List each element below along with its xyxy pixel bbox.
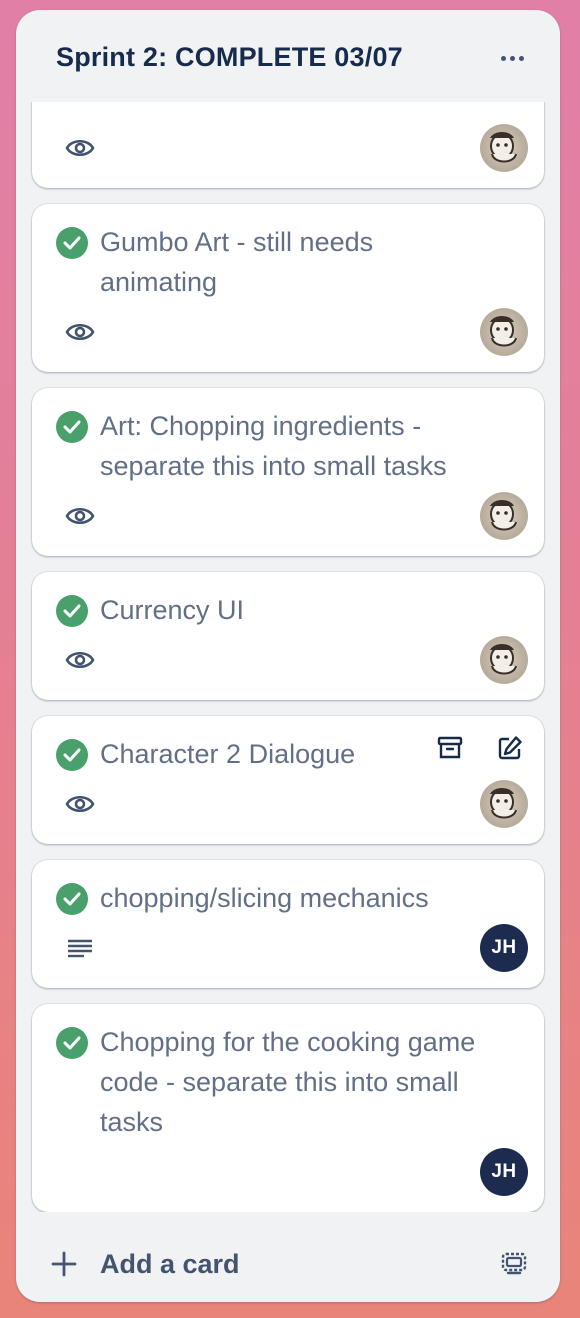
card[interactable] [32, 102, 544, 188]
card[interactable]: chopping/slicing mechanics JH [32, 860, 544, 988]
member-avatar[interactable] [480, 308, 528, 356]
eye-icon [64, 788, 96, 820]
card-title: chopping/slicing mechanics [100, 883, 429, 913]
eye-icon [64, 132, 96, 164]
list-column: Sprint 2: COMPLETE 03/07 Gumbo Art - sti… [16, 10, 560, 1302]
description-icon [64, 932, 96, 964]
plus-icon [51, 1251, 77, 1277]
member-avatar[interactable] [480, 636, 528, 684]
complete-check-icon[interactable] [56, 739, 88, 771]
card-title: Currency UI [100, 595, 245, 625]
card-template-icon [501, 1252, 527, 1275]
add-card-button[interactable]: Add a card [32, 1232, 452, 1296]
more-horizontal-icon [500, 55, 506, 61]
archive-icon [437, 736, 463, 759]
card-title: Gumbo Art - still needs animating [100, 227, 374, 297]
eye-icon [64, 316, 96, 348]
card[interactable]: Art: Chopping ingredients - separate thi… [32, 388, 544, 556]
eye-icon [64, 644, 96, 676]
edit-icon [498, 736, 522, 760]
complete-check-icon[interactable] [56, 883, 88, 915]
add-card-label: Add a card [100, 1248, 240, 1279]
card-title: Character 2 Dialogue [100, 739, 356, 769]
card[interactable]: Currency UI [32, 572, 544, 700]
card[interactable]: Chopping for the cooking game code - sep… [32, 1004, 544, 1212]
card-list[interactable]: Gumbo Art - still needs animating Art: C… [16, 102, 560, 1212]
member-avatar[interactable]: JH [480, 1148, 528, 1196]
complete-check-icon[interactable] [56, 411, 88, 443]
list-title[interactable]: Sprint 2: COMPLETE 03/07 [56, 42, 403, 73]
list-menu-button[interactable] [494, 40, 530, 76]
member-avatar[interactable]: JH [480, 924, 528, 972]
create-from-template-button[interactable] [492, 1236, 536, 1292]
complete-check-icon[interactable] [56, 1027, 88, 1059]
card[interactable]: Gumbo Art - still needs animating [32, 204, 544, 372]
complete-check-icon[interactable] [56, 227, 88, 259]
member-avatar[interactable] [480, 780, 528, 828]
card-title: Chopping for the cooking game code - sep… [100, 1027, 476, 1137]
archive-button[interactable] [430, 728, 470, 768]
complete-check-icon[interactable] [56, 595, 88, 627]
eye-icon [64, 500, 96, 532]
list-header[interactable]: Sprint 2: COMPLETE 03/07 [16, 10, 560, 102]
card[interactable]: Character 2 Dialogue [32, 716, 544, 844]
card-title: Art: Chopping ingredients - separate thi… [100, 411, 447, 481]
member-avatar[interactable] [480, 124, 528, 172]
member-avatar[interactable] [480, 492, 528, 540]
edit-card-button[interactable] [490, 728, 530, 768]
